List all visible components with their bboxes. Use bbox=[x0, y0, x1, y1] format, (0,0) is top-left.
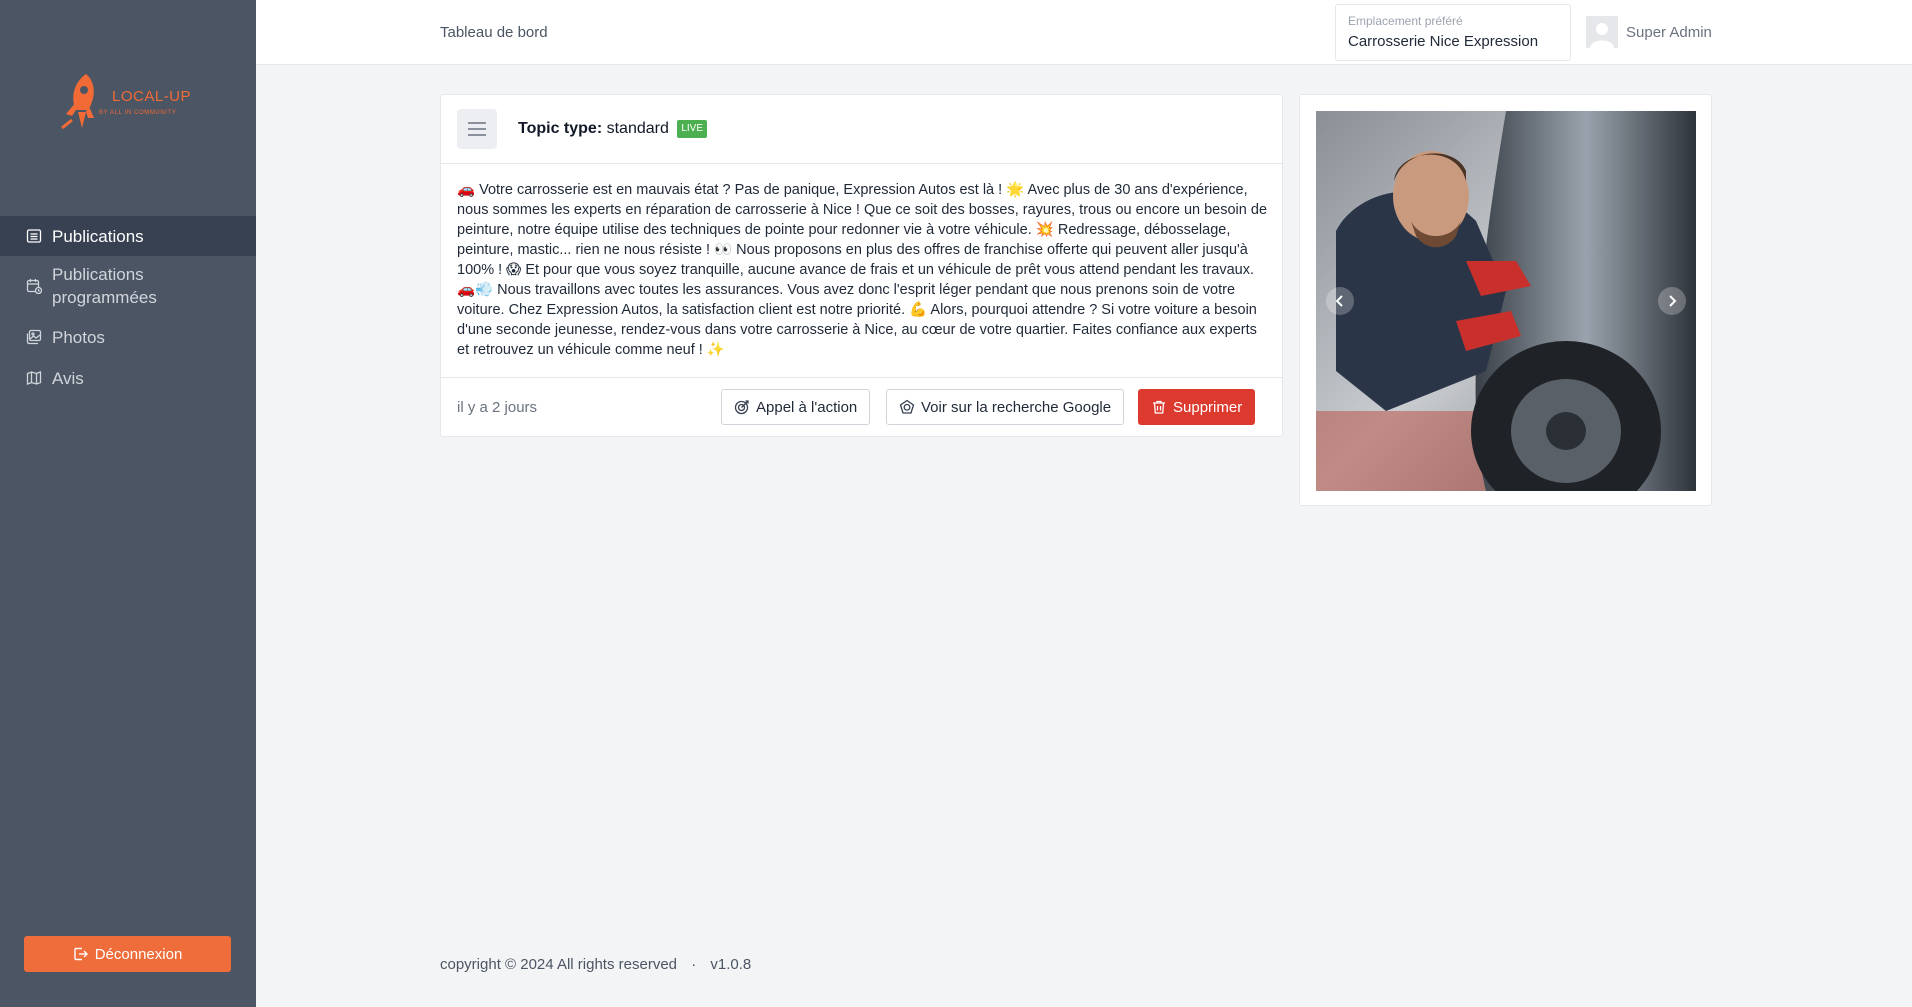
publication-photo[interactable] bbox=[1316, 111, 1696, 491]
brand-tagline: BY ALL IN COMMUNITY bbox=[99, 110, 177, 116]
chevron-right-icon bbox=[1669, 295, 1677, 307]
sidebar: LOCAL-UP BY ALL IN COMMUNITY Publication… bbox=[0, 0, 256, 1007]
user-menu[interactable]: Super Admin bbox=[1586, 16, 1712, 48]
sidebar-item-avis[interactable]: Avis bbox=[0, 358, 256, 399]
topic-label: Topic type: bbox=[518, 120, 603, 137]
calendar-icon bbox=[26, 279, 42, 294]
hamburger-icon bbox=[468, 122, 486, 136]
breadcrumb[interactable]: Tableau de bord bbox=[440, 24, 548, 41]
footer-separator: · bbox=[691, 956, 697, 973]
publication-card-header: Topic type: standard LIVE bbox=[441, 95, 1282, 164]
publication-text: 🚗 Votre carrosserie est en mauvais état … bbox=[457, 182, 1268, 358]
publication-card: Topic type: standard LIVE 🚗 Votre carros… bbox=[440, 94, 1283, 437]
user-name: Super Admin bbox=[1626, 23, 1712, 41]
chevron-left-icon bbox=[1335, 295, 1343, 307]
logout-icon bbox=[74, 947, 88, 961]
topic-value: standard bbox=[606, 120, 669, 137]
sidebar-item-scheduled[interactable]: Publications programmées bbox=[0, 256, 256, 317]
images-icon bbox=[26, 329, 42, 345]
map-icon bbox=[26, 371, 42, 385]
carousel-prev-button[interactable] bbox=[1326, 287, 1354, 315]
user-avatar-icon bbox=[1586, 16, 1618, 48]
location-value: Carrosserie Nice Expression bbox=[1348, 33, 1539, 50]
list-icon bbox=[26, 229, 42, 243]
sidebar-item-label: Avis bbox=[52, 369, 84, 388]
page-footer: copyright © 2024 All rights reserved · v… bbox=[440, 956, 751, 973]
google-search-button[interactable]: Voir sur la recherche Google bbox=[886, 389, 1125, 425]
sidebar-item-publications[interactable]: Publications bbox=[0, 216, 256, 256]
brand-logo[interactable]: LOCAL-UP BY ALL IN COMMUNITY bbox=[56, 72, 206, 136]
delete-button[interactable]: Supprimer bbox=[1138, 389, 1256, 425]
sidebar-nav: Publications Publications programmées Ph… bbox=[0, 216, 256, 399]
publication-image-card bbox=[1299, 94, 1712, 506]
google-icon bbox=[899, 399, 915, 414]
avatar bbox=[1586, 16, 1618, 48]
call-to-action-button[interactable]: Appel à l'action bbox=[721, 389, 871, 425]
sidebar-item-photos[interactable]: Photos bbox=[0, 317, 256, 358]
delete-label: Supprimer bbox=[1173, 398, 1243, 416]
topic-type: Topic type: standard LIVE bbox=[518, 120, 708, 138]
status-badge: LIVE bbox=[677, 120, 708, 138]
top-header: Tableau de bord Emplacement préféré Carr… bbox=[256, 0, 1912, 65]
target-icon bbox=[734, 400, 749, 415]
menu-button[interactable] bbox=[457, 109, 497, 149]
sidebar-item-label: Photos bbox=[52, 328, 105, 347]
carousel-next-button[interactable] bbox=[1658, 287, 1686, 315]
cta-label: Appel à l'action bbox=[756, 398, 858, 416]
publication-card-footer: il y a 2 jours Appel à l'action Voir sur… bbox=[441, 377, 1282, 437]
location-label: Emplacement préféré bbox=[1348, 14, 1463, 28]
logout-label: Déconnexion bbox=[94, 945, 183, 963]
location-select[interactable]: Emplacement préféré Carrosserie Nice Exp… bbox=[1335, 4, 1571, 61]
publication-time: il y a 2 jours bbox=[457, 399, 538, 416]
brand-name: LOCAL-UP bbox=[112, 88, 192, 105]
mechanic-car-photo bbox=[1316, 111, 1696, 491]
google-label: Voir sur la recherche Google bbox=[921, 398, 1112, 416]
trash-icon bbox=[1153, 400, 1165, 414]
rocket-icon bbox=[61, 74, 94, 130]
app-version: v1.0.8 bbox=[710, 956, 752, 973]
sidebar-item-label: Publications programmées bbox=[52, 265, 157, 307]
copyright-text: copyright © 2024 All rights reserved bbox=[440, 956, 678, 973]
sidebar-item-label: Publications bbox=[52, 226, 144, 246]
logout-button[interactable]: Déconnexion bbox=[24, 936, 231, 972]
